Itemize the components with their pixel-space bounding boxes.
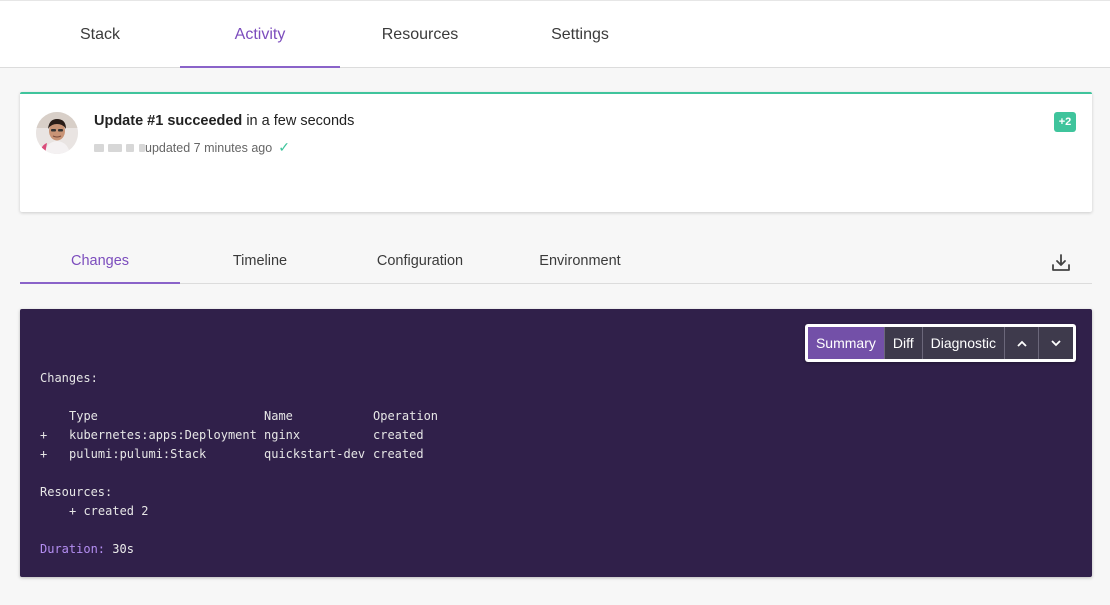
duration-value: 30s [112, 542, 134, 556]
update-subline: updated 7 minutes ago ✓ [94, 139, 290, 156]
tab-stack[interactable]: Stack [20, 1, 180, 68]
changes-label: Changes: [40, 371, 98, 385]
update-title[interactable]: Update #1 succeeded in a few seconds [94, 113, 354, 129]
tab-environment[interactable]: Environment [500, 238, 660, 283]
update-title-duration: in a few seconds [242, 113, 355, 129]
redacted-text [108, 143, 122, 152]
column-header-type: Type [69, 409, 98, 423]
row-type: kubernetes:apps:Deployment [69, 428, 257, 442]
resources-label: Resources: [40, 485, 113, 499]
update-card: Update #1 succeeded in a few seconds upd… [20, 92, 1092, 212]
chevron-down-icon[interactable] [1039, 327, 1073, 359]
redacted-text [94, 143, 104, 152]
update-title-status: Update #1 succeeded [94, 113, 243, 129]
avatar[interactable] [36, 112, 78, 154]
duration-label: Duration: [40, 542, 106, 556]
tab-resources[interactable]: Resources [340, 1, 500, 68]
tab-configuration[interactable]: Configuration [340, 238, 500, 283]
row-sign: + [40, 428, 48, 442]
row-operation: created [373, 447, 424, 461]
row-sign: + [40, 447, 48, 461]
update-output-console: Summary Diff Diagnostic Changes: Type Na… [20, 309, 1092, 577]
duration-line: Duration: 30s [40, 542, 134, 556]
update-time: updated 7 minutes ago [145, 140, 273, 155]
redacted-text [126, 143, 134, 152]
resource-count-badge: +2 [1054, 112, 1076, 132]
tab-timeline[interactable]: Timeline [180, 238, 340, 283]
check-icon: ✓ [278, 139, 290, 155]
download-icon[interactable] [1050, 252, 1072, 274]
view-mode-toolbar: Summary Diff Diagnostic [804, 324, 1076, 362]
update-detail-tabs: Changes Timeline Configuration Environme… [20, 238, 1092, 284]
column-header-operation: Operation [373, 409, 439, 423]
tab-settings[interactable]: Settings [500, 1, 660, 68]
row-type: pulumi:pulumi:Stack [69, 447, 207, 461]
diagnostic-button[interactable]: Diagnostic [922, 327, 1005, 359]
summary-button[interactable]: Summary [807, 327, 885, 359]
top-tab-bar: Stack Activity Resources Settings [0, 0, 1110, 68]
row-operation: created [373, 428, 424, 442]
tab-activity[interactable]: Activity [180, 1, 340, 68]
row-name: nginx [264, 428, 301, 442]
resources-summary: + created 2 [69, 504, 149, 518]
tab-changes[interactable]: Changes [20, 238, 180, 284]
chevron-up-icon[interactable] [1005, 327, 1039, 359]
row-name: quickstart-dev [264, 447, 366, 461]
diff-button[interactable]: Diff [884, 327, 923, 359]
column-header-name: Name [264, 409, 293, 423]
